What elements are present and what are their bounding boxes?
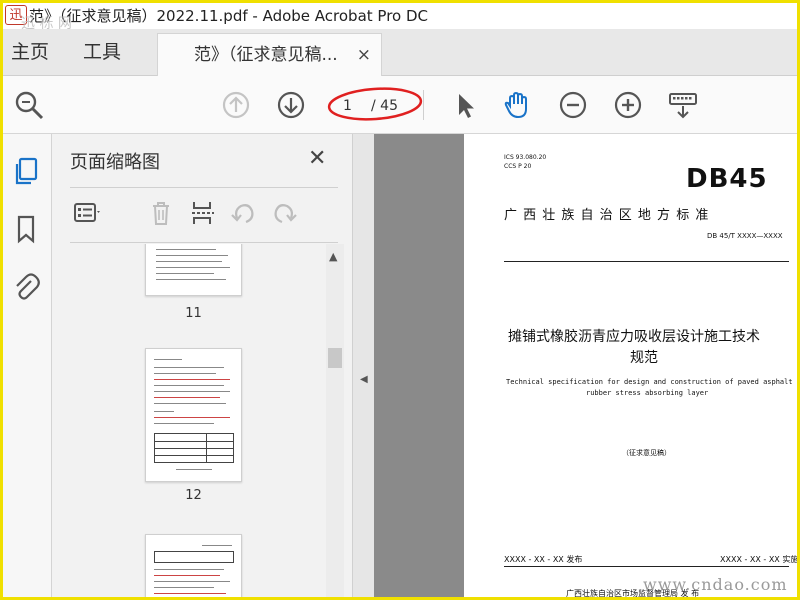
scroll-up-arrow[interactable]: ▲ <box>329 250 337 263</box>
thumbnail-options-icon[interactable] <box>72 198 102 228</box>
thumbnail-list[interactable]: 11 12 <box>52 244 324 597</box>
rotate-right-icon[interactable] <box>270 198 300 228</box>
title-bar: 迅范》（征求意见稿）2022.11.pdf - Adobe Acrobat Pr… <box>3 3 797 29</box>
delete-icon[interactable] <box>146 198 176 228</box>
issue-date: XXXX - XX - XX 发布 <box>504 555 583 564</box>
thumbnail-page-11[interactable] <box>145 244 242 296</box>
scrollbar-thumb[interactable] <box>328 348 342 368</box>
collapse-arrow-icon[interactable]: ◀ <box>360 374 368 385</box>
panel-title: 页面缩略图 <box>70 152 160 173</box>
panel-collapse-strip[interactable]: ◀ <box>352 134 374 597</box>
watermark-bottom-right: www.cndao.com <box>643 575 788 594</box>
thumbnail-page-12[interactable] <box>145 348 242 482</box>
document-tab-label: 范》（征求意见稿... <box>194 45 338 65</box>
thumbnail-scrollbar[interactable]: ▲ <box>326 244 344 597</box>
attachment-icon[interactable] <box>11 272 41 302</box>
thumbnail-label: 11 <box>185 306 202 321</box>
standard-mark: DB45 <box>686 164 768 194</box>
tab-tools[interactable]: 工具 <box>83 29 121 76</box>
total-pages: / 45 <box>371 98 398 114</box>
doc-title-cn-2: 规范 <box>630 350 658 366</box>
region-standard-label: 广 西 壮 族 自 治 区 地 方 标 准 <box>504 208 710 223</box>
search-zoom-icon[interactable] <box>13 89 45 121</box>
pdf-page: ICS 93.080.20 CCS P 20 DB45 广 西 壮 族 自 治 … <box>464 134 797 597</box>
app-window: 迅范》（征求意见稿）2022.11.pdf - Adobe Acrobat Pr… <box>3 3 797 597</box>
tab-document[interactable]: 范》（征求意见稿... × <box>157 33 382 76</box>
draft-note: （征求意见稿） <box>622 449 671 457</box>
close-panel-button[interactable]: ✕ <box>308 148 326 170</box>
watermark-top-left: 迅 栎 网 <box>21 16 72 29</box>
select-cursor-icon[interactable] <box>449 89 481 121</box>
document-view[interactable]: ICS 93.080.20 CCS P 20 DB45 广 西 壮 族 自 治 … <box>374 134 797 597</box>
panel-divider-2 <box>70 242 338 243</box>
thumbnail-page-13[interactable] <box>145 534 242 597</box>
thumbnail-label: 12 <box>185 488 202 503</box>
ccs-code: CCS P 20 <box>504 163 532 170</box>
current-page-input[interactable]: 1 <box>343 92 352 120</box>
ics-code: ICS 93.080.20 <box>504 154 547 161</box>
standard-number: DB 45/T XXXX—XXXX <box>707 232 783 240</box>
page-down-icon[interactable] <box>275 89 307 121</box>
bookmark-icon[interactable] <box>11 214 41 244</box>
doc-title-en-2: rubber stress absorbing layer <box>586 389 709 397</box>
window-title: 范》（征求意见稿）2022.11.pdf - Adobe Acrobat Pro… <box>29 7 428 25</box>
panel-divider <box>70 187 338 188</box>
zoom-in-icon[interactable] <box>612 89 644 121</box>
tab-home[interactable]: 主页 <box>11 29 49 76</box>
insert-page-icon[interactable] <box>188 198 218 228</box>
page-up-icon[interactable] <box>220 89 252 121</box>
main-toolbar: 1 / 45 <box>3 76 797 134</box>
tab-bar: 主页 工具 范》（征求意见稿... × <box>3 29 797 76</box>
page-rule-top <box>504 261 789 262</box>
doc-title-en-1: Technical specification for design and c… <box>506 378 793 386</box>
rotate-left-icon[interactable] <box>228 198 258 228</box>
doc-title-cn-1: 摊铺式橡胶沥青应力吸收层设计施工技术 <box>508 329 760 345</box>
implementation-date: XXXX - XX - XX 实施 <box>720 555 797 564</box>
hand-tool-icon[interactable] <box>501 89 533 121</box>
page-rule-bottom <box>504 566 789 567</box>
zoom-out-icon[interactable] <box>557 89 589 121</box>
keyboard-icon[interactable] <box>667 89 699 121</box>
close-tab-button[interactable]: × <box>357 34 371 76</box>
page-thumbnails-icon[interactable] <box>11 156 41 186</box>
left-rail <box>3 134 52 597</box>
toolbar-divider <box>423 90 424 120</box>
thumbnail-panel: 页面缩略图 ✕ 11 12 ▲ <box>52 134 352 597</box>
page-number-box[interactable]: 1 / 45 <box>331 92 421 120</box>
